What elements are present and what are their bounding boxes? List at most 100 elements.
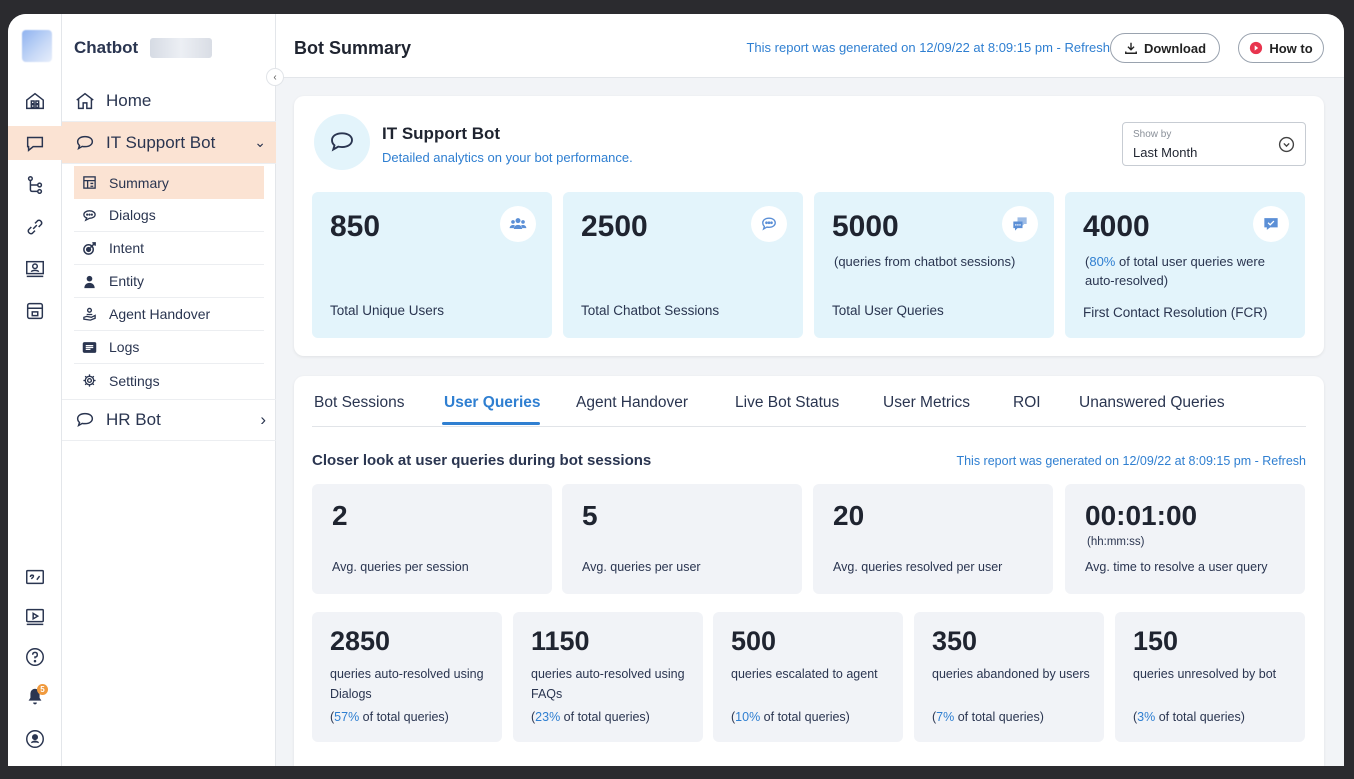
breakdown-value: 500	[731, 626, 777, 656]
sidebar-item-dialogs[interactable]: Dialogs	[74, 199, 264, 232]
bot-overview-card: IT Support Bot Detailed analytics on you…	[294, 96, 1324, 356]
active-tab-indicator	[442, 422, 540, 425]
section-title: Closer look at user queries during bot s…	[312, 452, 652, 469]
sidebar-item-label: Intent	[109, 240, 145, 256]
tab-roi[interactable]: ROI	[1013, 394, 1041, 412]
rail-box-icon[interactable]	[8, 294, 62, 328]
rail-bell-icon[interactable]: 5	[8, 680, 62, 714]
show-by-label: Show by	[1133, 129, 1172, 140]
stat-label: First Contact Resolution (FCR)	[1083, 305, 1268, 320]
stat-value: 850	[330, 210, 381, 243]
sidebar-item-it-support-bot[interactable]: IT Support Bot ⌄	[62, 122, 276, 164]
sidebar-item-label: Home	[106, 90, 152, 110]
rail-help-doc-icon[interactable]	[8, 560, 62, 594]
show-by-select[interactable]: Show by Last Month	[1122, 122, 1306, 166]
stat-tile-fcr: 4000 (80% of total user queries were aut…	[1065, 192, 1305, 338]
rail-chat-icon[interactable]	[8, 126, 62, 160]
chevron-down-icon[interactable]: ⌄	[254, 134, 266, 151]
rail-profile-icon[interactable]	[8, 722, 62, 756]
sidebar-item-label: Summary	[109, 174, 169, 191]
how-to-button[interactable]: How to	[1238, 33, 1324, 63]
logs-icon	[82, 341, 97, 353]
tab-agent-handover[interactable]: Agent Handover	[576, 394, 688, 412]
breakdown-value: 2850	[330, 626, 391, 656]
breakdown-tile: 1150 queries auto-resolved using FAQs (2…	[513, 612, 703, 742]
resolved-icon	[1253, 206, 1289, 242]
section-report-timestamp: This report was generated on 12/09/22 at…	[956, 454, 1306, 468]
metric-label: Avg. time to resolve a user query	[1085, 560, 1268, 574]
sidebar-item-hr-bot[interactable]: HR Bot ›	[62, 399, 276, 441]
chat-bubble-icon	[751, 206, 787, 242]
stat-label: Total Unique Users	[330, 303, 445, 318]
breakdown-tile: 500 queries escalated to agent (10% of t…	[713, 612, 903, 742]
breakdown-description: queries abandoned by users	[932, 667, 1090, 681]
sidebar-item-logs[interactable]: Logs	[74, 331, 264, 364]
tab-live-bot-status[interactable]: Live Bot Status	[735, 394, 839, 412]
rail-question-icon[interactable]	[8, 640, 62, 674]
percentage-value: 23%	[535, 710, 561, 724]
handover-icon	[83, 307, 96, 321]
tab-bot-sessions[interactable]: Bot Sessions	[314, 394, 404, 412]
sidebar-item-label: IT Support Bot	[106, 132, 216, 152]
breakdown-tile: 350 queries abandoned by users (7% of to…	[914, 612, 1104, 742]
show-by-value: Last Month	[1133, 145, 1198, 160]
rail-agent-icon[interactable]	[8, 252, 62, 286]
tab-unanswered-queries[interactable]: Unanswered Queries	[1079, 394, 1225, 412]
tab-user-queries[interactable]: User Queries	[444, 394, 541, 412]
sidebar-item-settings[interactable]: Settings	[74, 364, 264, 397]
collapse-sidebar-button[interactable]: ‹	[266, 68, 284, 86]
stat-tile-unique-users: 850 Total Unique Users	[312, 192, 552, 338]
stat-label: Total User Queries	[832, 303, 944, 318]
stat-label: Total Chatbot Sessions	[581, 303, 720, 318]
home-icon	[76, 92, 94, 109]
breakdown-tile: 2850 queries auto-resolved using Dialogs…	[312, 612, 502, 742]
stat-percentage: 80%	[1089, 254, 1116, 269]
refresh-link[interactable]: Refresh	[1262, 454, 1306, 468]
chevron-down-icon	[1278, 136, 1295, 153]
icon-rail: 5	[8, 14, 62, 766]
page-title: Bot Summary	[294, 38, 412, 58]
rail-dashboard-icon[interactable]	[8, 84, 62, 118]
sidebar-item-label: Settings	[109, 372, 160, 389]
stat-value: 2500	[581, 210, 648, 243]
sidebar-item-agent-handover[interactable]: Agent Handover	[74, 298, 264, 331]
percentage-value: 3%	[1137, 710, 1156, 724]
metric-tile: 20 Avg. queries resolved per user	[813, 484, 1053, 594]
breakdown-description: queries auto-resolved using FAQs	[531, 667, 685, 701]
chevron-right-icon[interactable]: ›	[260, 410, 266, 430]
bot-avatar	[314, 114, 370, 170]
metric-value: 20	[833, 500, 865, 531]
header: Bot Summary This report was generated on…	[276, 14, 1344, 78]
breakdown-value: 1150	[531, 626, 590, 656]
report-text: This report was generated on 12/09/22 at…	[746, 40, 1065, 55]
rail-flow-icon[interactable]	[8, 168, 62, 202]
tab-divider	[312, 426, 1306, 427]
metric-tile: 00:01:00 (hh:mm:ss) Avg. time to resolve…	[1065, 484, 1305, 594]
breakdown-percentage: (57% of total queries)	[330, 710, 449, 724]
percentage-suffix: of total queries)	[954, 710, 1044, 724]
sidebar-item-summary[interactable]: Summary	[74, 166, 264, 199]
breakdown-percentage: (10% of total queries)	[731, 710, 850, 724]
queries-icon	[1002, 206, 1038, 242]
sidebar-item-home[interactable]: Home	[62, 80, 276, 122]
bot-name: IT Support Bot	[382, 124, 501, 143]
refresh-link[interactable]: Refresh	[1064, 40, 1110, 55]
sidebar-item-intent[interactable]: Intent	[74, 232, 264, 265]
stat-tile-user-queries: 5000 (queries from chatbot sessions) Tot…	[814, 192, 1054, 338]
sidebar-item-label: Dialogs	[109, 207, 156, 223]
tab-user-metrics[interactable]: User Metrics	[883, 394, 970, 412]
sidebar-item-entity[interactable]: Entity	[74, 265, 264, 298]
breakdown-tile: 150 queries unresolved by bot (3% of tot…	[1115, 612, 1305, 742]
metric-label: Avg. queries per session	[332, 560, 469, 574]
rail-link-icon[interactable]	[8, 210, 62, 244]
breakdown-percentage: (3% of total queries)	[1133, 710, 1245, 724]
percentage-value: 7%	[936, 710, 955, 724]
breakdown-description: queries escalated to agent	[731, 667, 878, 681]
record-icon	[1250, 41, 1263, 55]
download-button[interactable]: Download	[1110, 33, 1220, 63]
metric-value: 5	[582, 500, 598, 531]
rail-video-icon[interactable]	[8, 600, 62, 634]
metric-unit: (hh:mm:ss)	[1087, 536, 1145, 548]
bot-description: Detailed analytics on your bot performan…	[382, 150, 633, 165]
summary-icon	[83, 176, 96, 189]
